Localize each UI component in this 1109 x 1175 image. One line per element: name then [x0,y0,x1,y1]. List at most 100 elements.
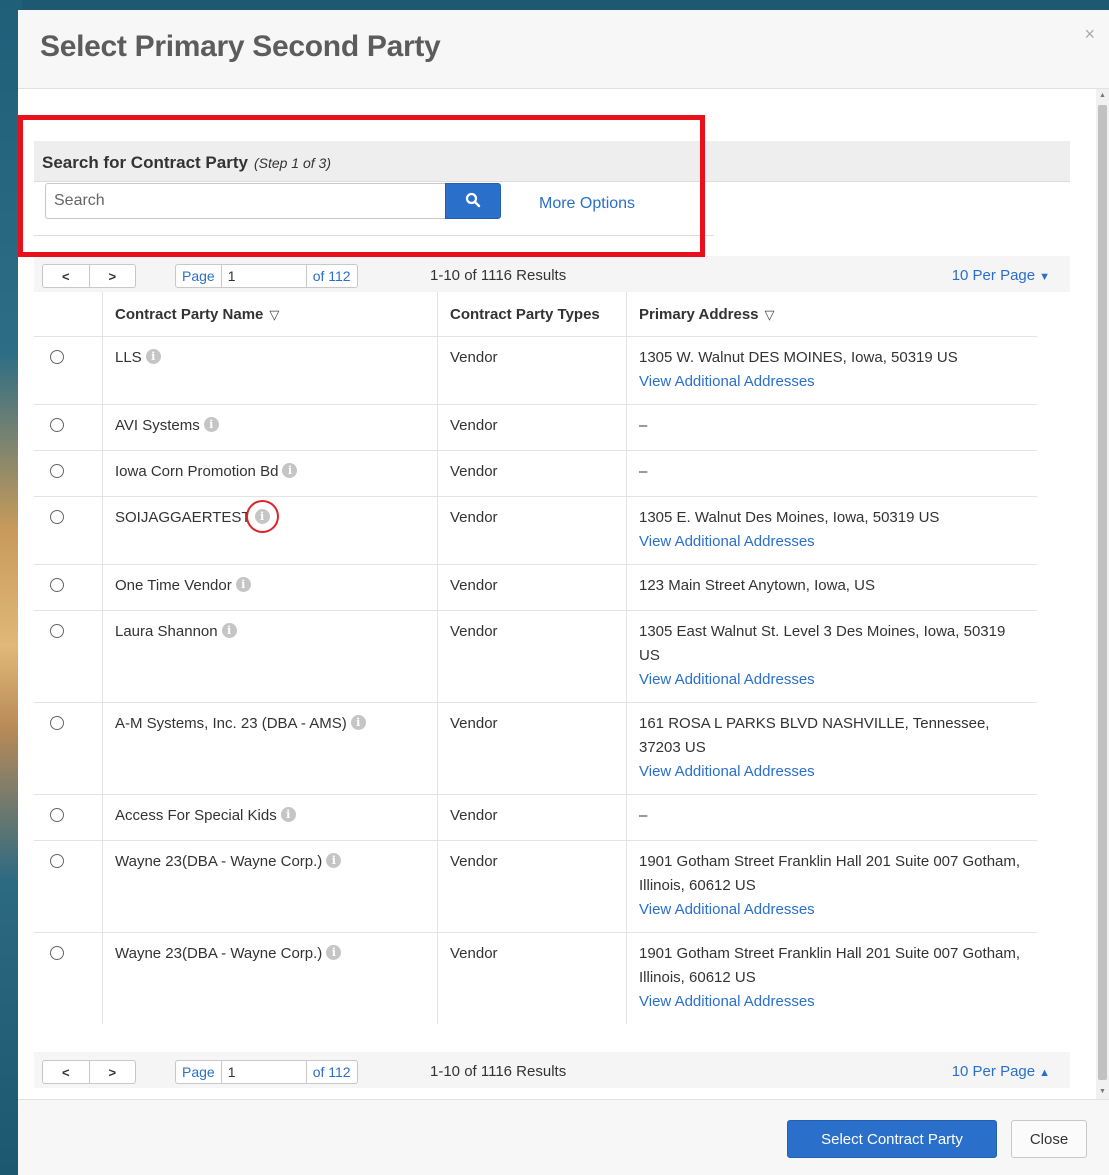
view-additional-addresses-link[interactable]: View Additional Addresses [639,530,1025,554]
info-icon[interactable]: i [282,463,298,478]
primary-address: – [639,463,648,480]
column-header-types: Contract Party Types [437,292,627,337]
primary-address: 123 Main Street Anytown, Iowa, US [639,577,875,594]
per-page-dropdown[interactable]: 10 Per Page ▲ [952,1063,1050,1080]
per-page-dropdown[interactable]: 10 Per Page ▼ [952,267,1050,284]
close-button[interactable]: Close [1011,1120,1087,1158]
next-page-button[interactable]: > [88,265,136,287]
view-additional-addresses-link[interactable]: View Additional Addresses [639,370,1025,394]
column-header-name[interactable]: Contract Party Name ▽ [102,292,438,337]
row-radio[interactable] [50,808,64,822]
row-radio[interactable] [50,464,64,478]
column-header-address[interactable]: Primary Address ▽ [626,292,1037,337]
table-row: AVI Systems i Vendor – [34,404,1037,451]
table-row: Access For Special Kids i Vendor – [34,794,1037,841]
party-type: Vendor [450,417,498,434]
primary-address: 1305 E. Walnut Des Moines, Iowa, 50319 U… [639,509,940,526]
view-additional-addresses-link[interactable]: View Additional Addresses [639,668,1025,692]
table-row: LLS i Vendor 1305 W. Walnut DES MOINES, I… [34,336,1037,405]
party-name: Wayne 23(DBA - Wayne Corp.) [115,853,323,870]
scroll-up-arrow-icon[interactable]: ▲ [1096,89,1109,103]
primary-address: 1305 East Walnut St. Level 3 Des Moines,… [639,623,1006,664]
row-radio[interactable] [50,578,64,592]
search-button[interactable] [445,183,501,219]
party-type: Vendor [450,463,498,480]
caret-up-icon: ▲ [1039,1067,1050,1079]
party-name: Wayne 23(DBA - Wayne Corp.) [115,945,323,962]
column-name-label: Contract Party Name [115,305,264,323]
prev-page-button[interactable]: < [43,1061,89,1083]
page-total: of 112 [305,265,357,287]
view-additional-addresses-link[interactable]: View Additional Addresses [639,898,1025,922]
party-type: Vendor [450,577,498,594]
close-icon[interactable]: × [1084,24,1095,45]
modal-footer: Select Contract Party Close [18,1099,1109,1175]
info-icon[interactable]: i [326,945,342,960]
primary-address: 1901 Gotham Street Franklin Hall 201 Sui… [639,945,1021,986]
column-types-label: Contract Party Types [450,305,600,323]
table-header-row: Contract Party Name ▽ Contract Party Type… [34,292,1037,337]
party-name: One Time Vendor [115,577,232,594]
page-selector: Page of 112 [175,1060,358,1084]
page-nav-buttons: < > [42,264,136,288]
results-count: 1-10 of 1116 Results [430,1063,567,1080]
party-type: Vendor [450,945,498,962]
page-total: of 112 [305,1061,357,1083]
party-name: LLS [115,349,142,366]
row-radio[interactable] [50,510,64,524]
info-icon[interactable]: i [326,853,342,868]
page-label: Page [176,1061,222,1083]
info-icon[interactable]: i [221,623,237,638]
sort-icon[interactable]: ▽ [765,307,775,322]
party-name: SOIJAGGAERTEST [115,509,251,526]
page-number-input[interactable] [221,265,306,287]
pager-bottom: < > Page of 112 1-10 of 1116 Results 10 … [34,1052,1070,1088]
info-icon[interactable]: i [350,715,366,730]
modal-title: Select Primary Second Party [40,30,441,63]
results-count: 1-10 of 1116 Results [430,267,567,284]
info-icon[interactable]: i [280,807,296,822]
more-options-link[interactable]: More Options [539,195,635,213]
scroll-thumb[interactable] [1098,105,1107,1080]
search-heading: Search for Contract Party (Step 1 of 3) [42,153,331,173]
per-page-label: 10 Per Page [951,1063,1036,1080]
info-icon[interactable]: i [203,417,219,432]
row-radio[interactable] [50,350,64,364]
select-column-header [34,292,103,337]
row-radio[interactable] [50,946,64,960]
select-contract-party-button[interactable]: Select Contract Party [787,1120,997,1158]
row-radio[interactable] [50,624,64,638]
info-icon[interactable]: i [235,577,251,592]
view-additional-addresses-link[interactable]: View Additional Addresses [639,990,1025,1014]
view-additional-addresses-link[interactable]: View Additional Addresses [639,760,1025,784]
scrollbar[interactable]: ▲ ▼ [1096,89,1109,1099]
info-icon[interactable]: i [254,509,270,524]
table-row: Wayne 23(DBA - Wayne Corp.) i Vendor 1901… [34,932,1037,1024]
row-radio[interactable] [50,854,64,868]
table-row: Laura Shannon i Vendor 1305 East Walnut S… [34,610,1037,703]
scroll-down-arrow-icon[interactable]: ▼ [1096,1085,1109,1099]
info-icon[interactable]: i [145,349,161,364]
primary-address: – [639,417,648,434]
page-number-input[interactable] [221,1061,306,1083]
party-type: Vendor [450,349,498,366]
party-name: A-M Systems, Inc. 23 (DBA - AMS) [115,715,347,732]
primary-address: 1901 Gotham Street Franklin Hall 201 Sui… [639,853,1021,894]
search-section-header: Search for Contract Party (Step 1 of 3) [34,141,1070,182]
primary-address: 1305 W. Walnut DES MOINES, Iowa, 50319 U… [639,349,958,366]
search-input[interactable] [45,183,445,219]
pager-top: < > Page of 112 1-10 of 1116 Results 10 … [34,256,1070,292]
row-radio[interactable] [50,418,64,432]
party-type: Vendor [450,623,498,640]
party-type: Vendor [450,715,498,732]
primary-address: – [639,807,648,824]
table-row: Wayne 23(DBA - Wayne Corp.) i Vendor 1901… [34,840,1037,933]
party-type: Vendor [450,509,498,526]
sort-icon[interactable]: ▽ [269,307,279,322]
next-page-button[interactable]: > [88,1061,136,1083]
table-row: A-M Systems, Inc. 23 (DBA - AMS) i Vendor… [34,702,1037,795]
divider [34,235,714,236]
prev-page-button[interactable]: < [43,265,89,287]
row-radio[interactable] [50,716,64,730]
search-icon [465,192,481,207]
